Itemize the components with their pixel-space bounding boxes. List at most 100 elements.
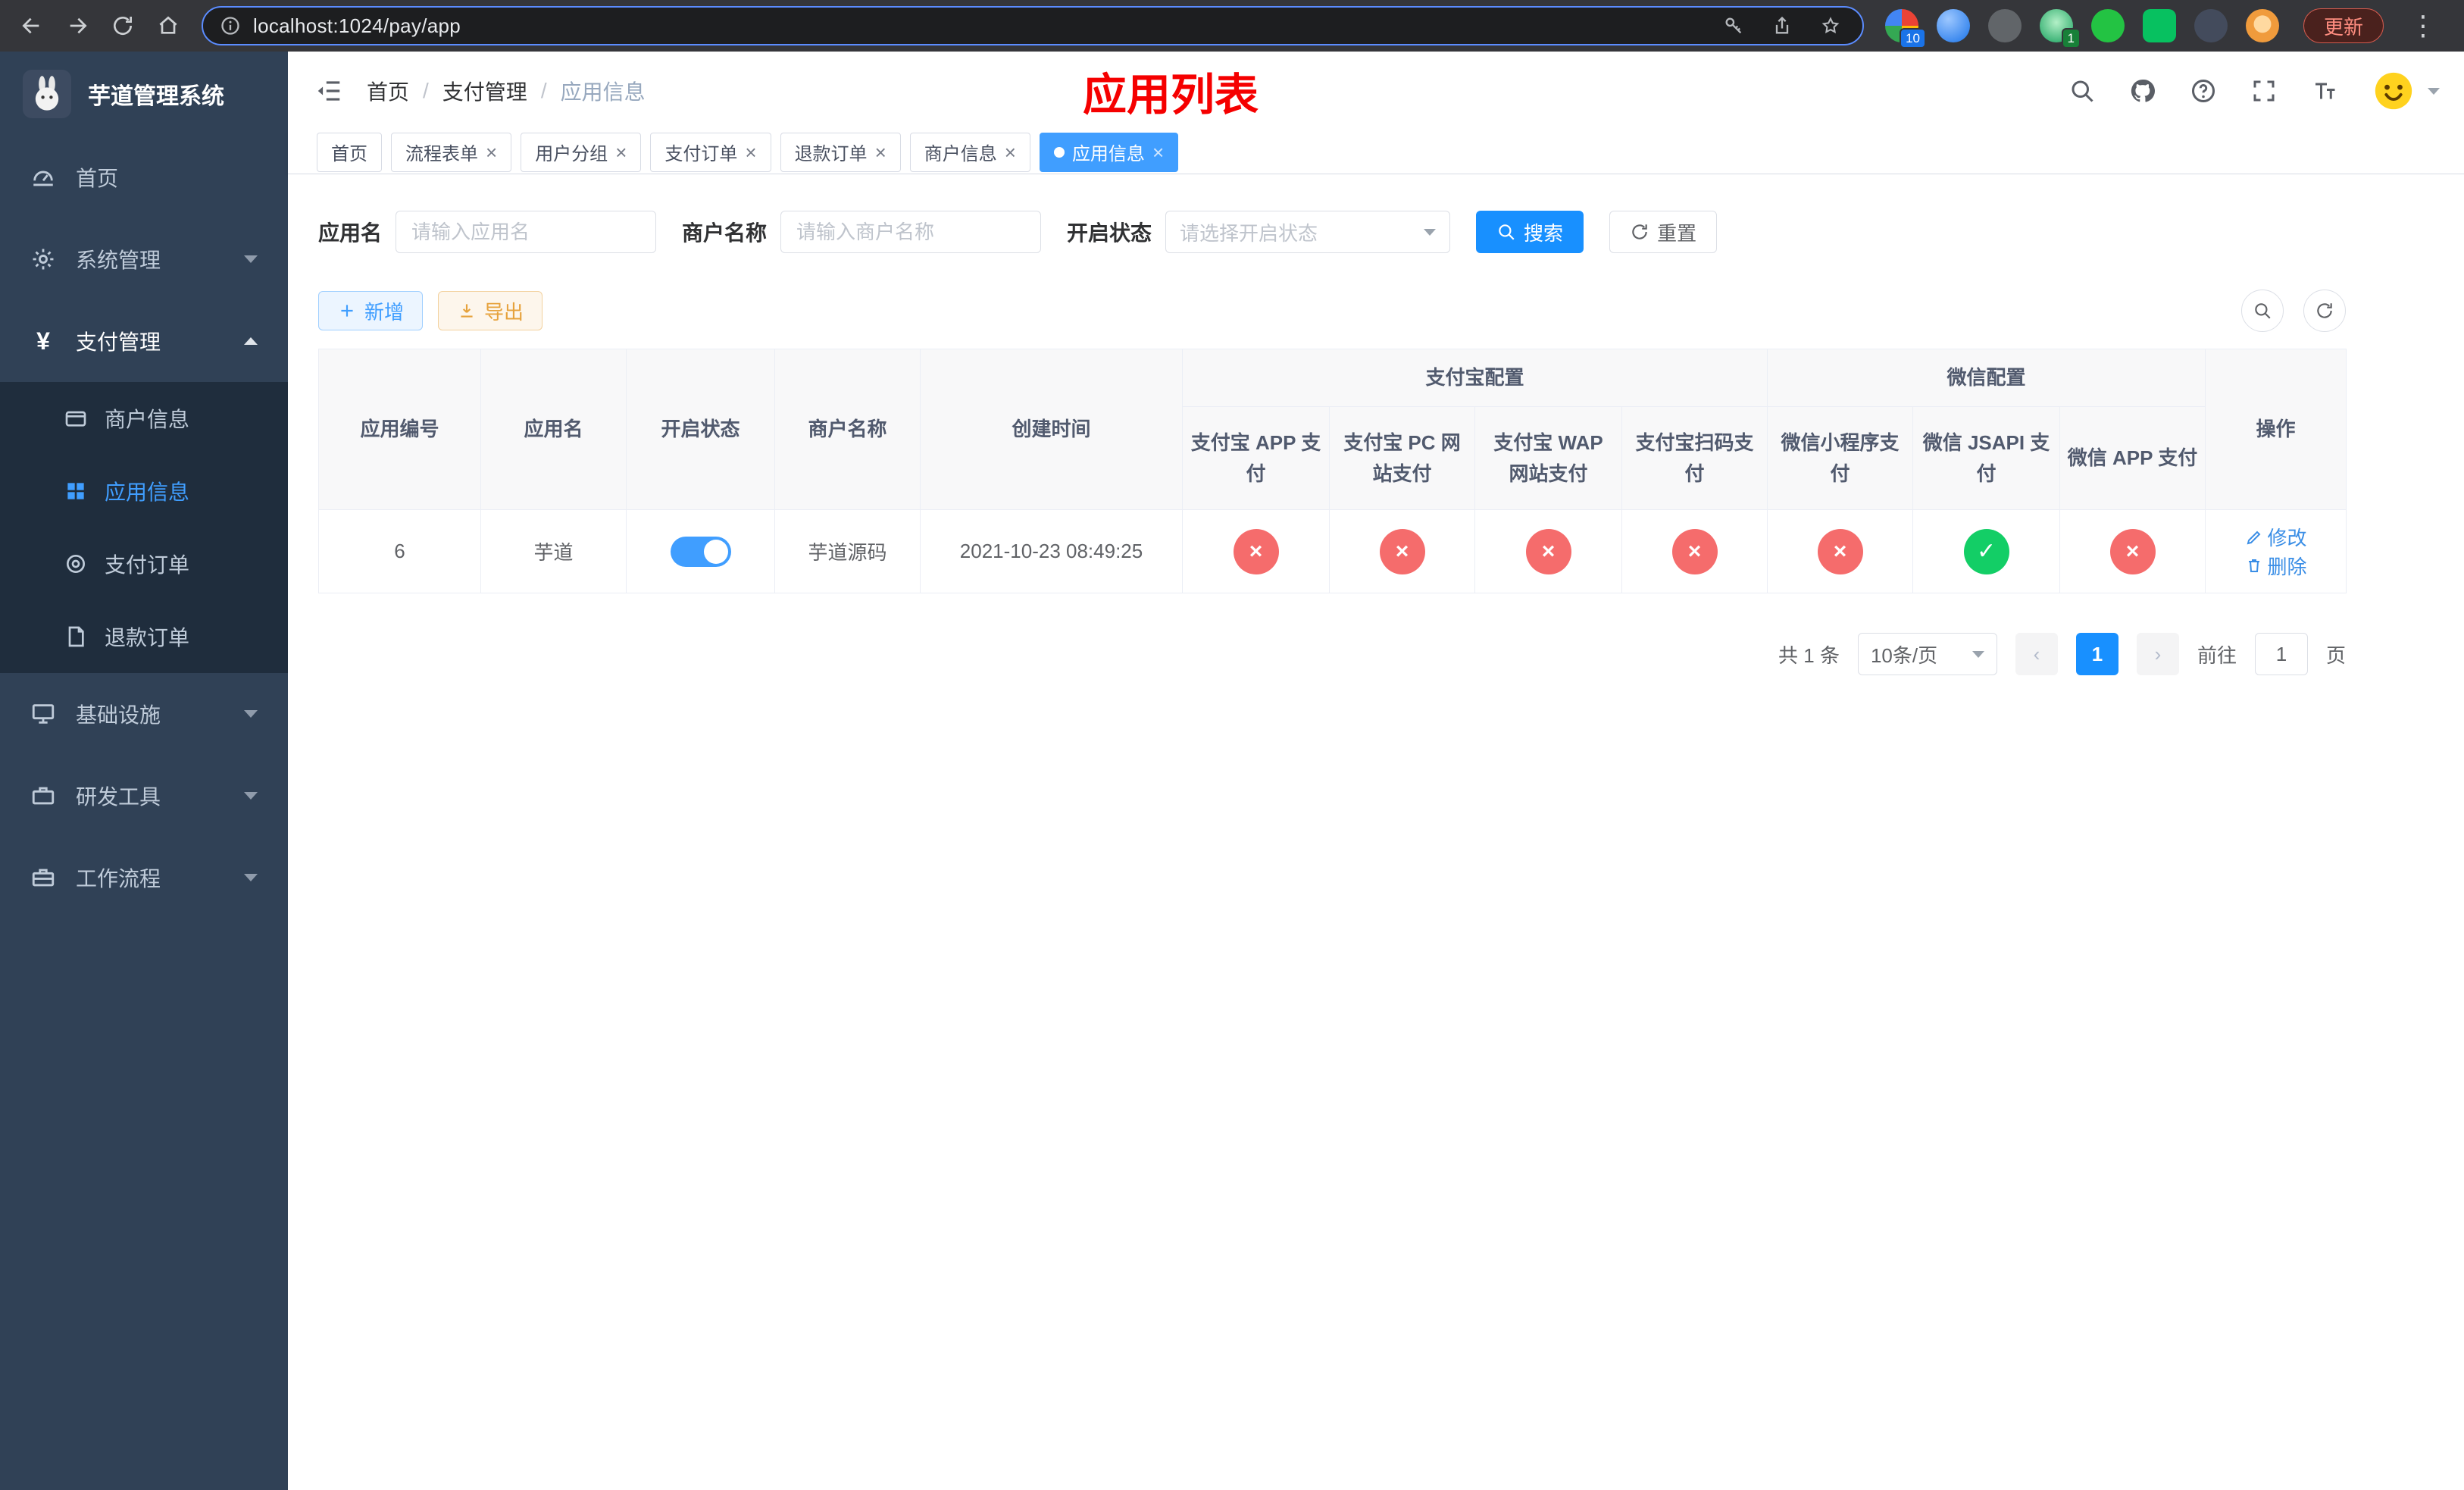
col-merchant: 商户名称 [774,349,921,510]
extension-icon-1[interactable]: 10 [1884,9,1926,49]
extension-icon-6[interactable] [2142,9,2176,42]
tab-close-icon[interactable]: × [1005,142,1016,162]
status-toggle[interactable] [670,536,731,567]
delete-link[interactable]: 删除 [2245,552,2307,580]
sidebar-item-app-info[interactable]: 应用信息 [0,455,288,527]
tab-payment-orders[interactable]: 支付订单 × [650,132,771,172]
tab-user-group[interactable]: 用户分组 × [521,132,642,172]
browser-toolbar: localhost:1024/pay/app 10 1 更新 ⋮ [0,0,2464,52]
col-alipay-pc: 支付宝 PC 网站支付 [1329,406,1475,510]
font-size-icon[interactable] [2311,77,2338,105]
chevron-up-icon [244,337,258,345]
pagination: 共 1 条 10条/页 ‹ 1 › 前往 页 [318,633,2346,675]
toggle-search-button[interactable] [2241,290,2284,332]
next-page-button[interactable]: › [2136,633,2179,675]
sidebar-item-dev-tools[interactable]: 研发工具 [0,755,288,837]
search-button[interactable]: 搜索 [1476,211,1584,253]
extension-icon-3[interactable] [1987,9,2022,42]
export-button[interactable]: 导出 [438,291,543,330]
tab-app-info[interactable]: 应用信息 × [1039,132,1179,172]
menu-label: 首页 [76,167,119,190]
alipay-app-status-icon: × [1233,528,1279,574]
sidebar-item-workflow[interactable]: 工作流程 [0,837,288,919]
tab-close-icon[interactable]: × [1152,142,1164,162]
menu-label: 商户信息 [105,408,190,431]
tabbar: 首页 流程表单 × 用户分组 × 支付订单 × 退款订单 × 商户信息 × 应用信息 × [288,130,2464,174]
edit-link[interactable]: 修改 [2245,523,2307,551]
col-actions: 操作 [2205,349,2347,510]
tab-merchant-info[interactable]: 商户信息 × [909,132,1030,172]
chevron-down-icon [244,710,258,718]
prev-page-button[interactable]: ‹ [2015,633,2058,675]
sidebar-collapse-icon[interactable] [312,74,346,108]
fullscreen-icon[interactable] [2250,77,2278,105]
extension-icon-4[interactable]: 1 [2039,9,2081,49]
status-select[interactable]: 请选择开启状态 [1165,211,1451,253]
browser-extensions: 10 1 更新 ⋮ [1878,8,2452,49]
page-1-button[interactable]: 1 [2075,633,2118,675]
alipay-qr-status-icon: × [1671,528,1718,574]
col-app-id: 应用编号 [318,349,481,510]
extension-icon-7[interactable] [2194,9,2228,42]
extension-icon-2[interactable] [1936,9,1970,42]
sidebar-item-refund-orders[interactable]: 退款订单 [0,600,288,673]
sidebar-item-system[interactable]: 系统管理 [0,218,288,300]
refresh-table-button[interactable] [2303,290,2346,332]
tab-close-icon[interactable]: × [486,142,497,162]
search-icon[interactable] [2068,77,2096,105]
sidebar-item-payment-orders[interactable]: 支付订单 [0,527,288,600]
browser-forward-button[interactable] [58,6,97,45]
page-unit-label: 页 [2325,643,2346,667]
col-app-name: 应用名 [480,349,627,510]
bookmark-star-icon[interactable] [1820,15,1841,36]
tab-close-icon[interactable]: × [615,142,627,162]
address-bar[interactable]: localhost:1024/pay/app [202,6,1864,45]
app-table: 应用编号 应用名 开启状态 商户名称 创建时间 支付宝配置 微信配置 操作 支付… [318,349,2347,593]
total-count: 共 1 条 [1778,643,1840,667]
card-icon [64,406,88,430]
help-icon[interactable] [2190,77,2217,105]
browser-refresh-button[interactable] [103,6,142,45]
browser-home-button[interactable] [149,6,188,45]
menu-label: 应用信息 [105,480,190,504]
breadcrumb-payment[interactable]: 支付管理 [442,76,527,106]
page-size-select[interactable]: 10条/页 [1857,633,1997,675]
tab-process-form[interactable]: 流程表单 × [391,132,512,172]
user-avatar[interactable] [2372,69,2440,113]
trash-icon [2248,559,2259,572]
goto-page-input[interactable] [2254,633,2308,675]
dashboard-icon [30,164,56,190]
tab-refund-orders[interactable]: 退款订单 × [780,132,901,172]
col-alipay-qr: 支付宝扫码支付 [1621,406,1768,510]
browser-profile-avatar[interactable] [2245,9,2279,42]
app-name-input[interactable] [396,211,657,253]
tab-home[interactable]: 首页 [317,132,382,172]
add-button[interactable]: 新增 [318,291,424,330]
extension-icon-5[interactable] [2090,9,2125,42]
browser-menu-icon[interactable]: ⋮ [2402,10,2444,42]
search-icon [2255,303,2271,319]
cell-status [626,509,775,593]
sidebar-item-home[interactable]: 首页 [0,136,288,218]
merchant-name-input[interactable] [780,211,1042,253]
sidebar-item-infrastructure[interactable]: 基础设施 [0,673,288,755]
alipay-pc-status-icon: × [1379,528,1425,574]
sidebar-item-payment[interactable]: ¥ 支付管理 [0,300,288,382]
site-info-icon[interactable] [220,15,241,36]
browser-back-button[interactable] [12,6,52,45]
cell-app-name: 芋道 [480,509,627,593]
page-title: 应用列表 [1082,70,1259,120]
tab-close-icon[interactable]: × [745,142,756,162]
col-status: 开启状态 [626,349,775,510]
password-key-icon[interactable] [1723,15,1744,36]
browser-update-button[interactable]: 更新 [2303,8,2384,43]
github-icon[interactable] [2129,77,2156,105]
sidebar-item-merchant-info[interactable]: 商户信息 [0,382,288,455]
breadcrumb-home[interactable]: 首页 [367,76,409,106]
tab-close-icon[interactable]: × [875,142,886,162]
cell-app-id: 6 [318,509,481,593]
merchant-name-label: 商户名称 [682,221,768,245]
share-icon[interactable] [1771,15,1793,36]
breadcrumb: 首页 / 支付管理 / 应用信息 [367,76,646,106]
reset-button[interactable]: 重置 [1609,211,1718,253]
